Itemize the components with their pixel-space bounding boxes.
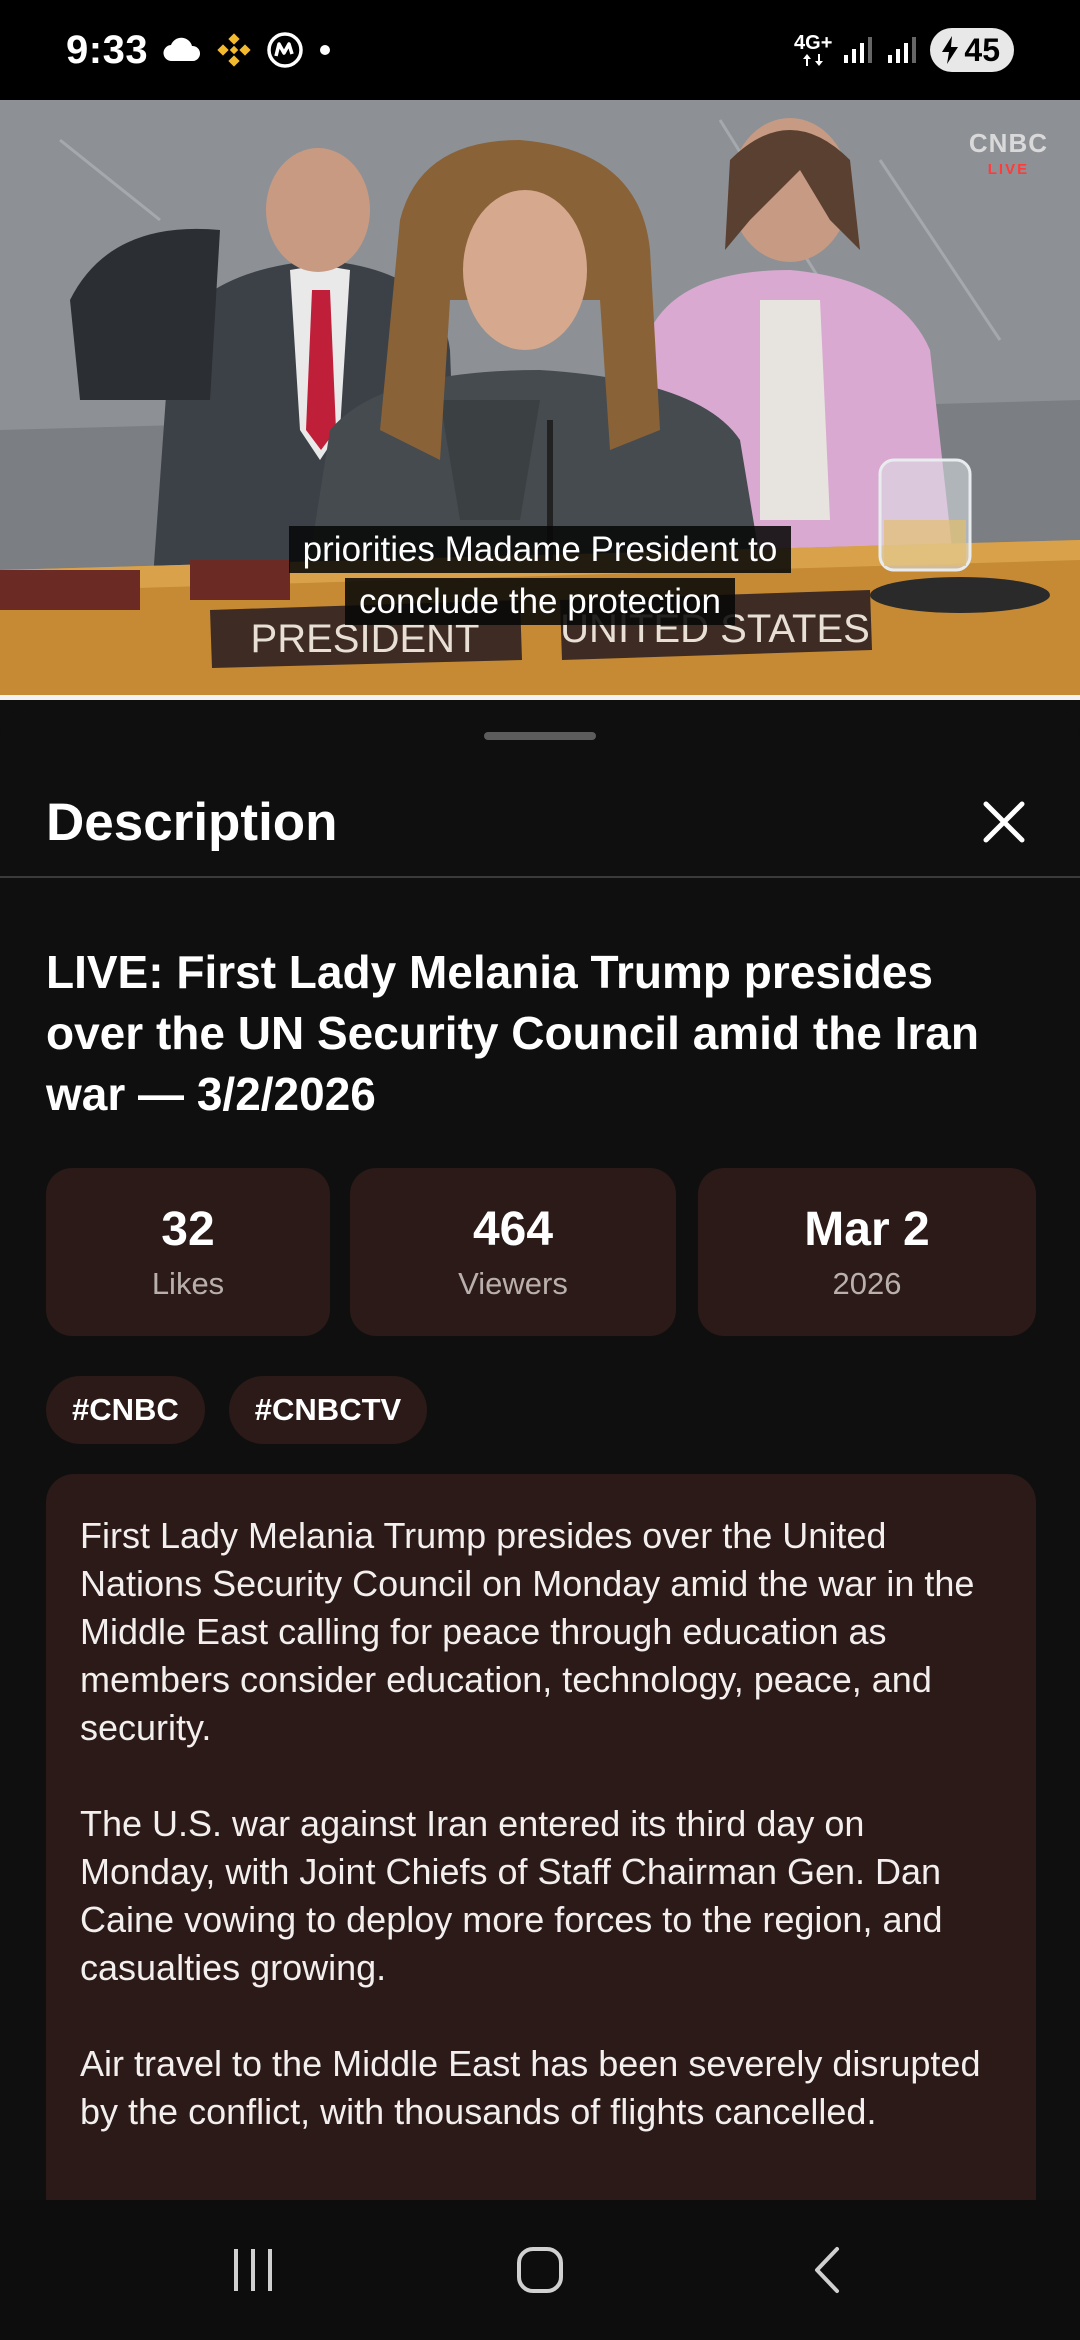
signal-icon: [886, 35, 920, 65]
stat-date: Mar 2 2026: [698, 1168, 1036, 1336]
network-label: 4G+: [794, 32, 833, 54]
back-button[interactable]: [777, 2220, 877, 2320]
network-type: 4G+: [794, 33, 832, 67]
status-time: 9:33: [66, 27, 149, 72]
hashtag-chip[interactable]: #CNBC: [46, 1376, 205, 1444]
sheet-title: Description: [46, 792, 338, 852]
video-player[interactable]: PRESIDENT UNITED STATES CNBC LIVE priori…: [0, 100, 1080, 700]
hashtag-chip[interactable]: #CNBCTV: [228, 1376, 428, 1444]
caption-text-2: conclude the protection: [345, 578, 735, 625]
coinmarketcap-icon: [266, 31, 304, 69]
cloud-icon: [162, 37, 202, 63]
navigation-bar: [0, 2200, 1080, 2340]
stat-label: Viewers: [458, 1266, 568, 1301]
screen: 9:33 4G+ 45 PRESIDENT UNITED STATES CNBC…: [0, 0, 1080, 2340]
stat-viewers: 464 Viewers: [350, 1168, 676, 1336]
description-paragraph: Air travel to the Middle East has been s…: [80, 2043, 981, 2132]
channel-logo-text: CNBC: [968, 128, 1048, 158]
live-badge: LIVE: [987, 161, 1030, 178]
sheet-header: Description: [0, 768, 1080, 878]
close-icon: [983, 801, 1025, 843]
stat-value: 464: [472, 1203, 554, 1256]
stat-value: Mar 2: [804, 1203, 930, 1256]
battery-level: 45: [964, 31, 1000, 68]
data-arrows-icon: [803, 54, 824, 66]
back-icon: [814, 2247, 839, 2293]
binance-icon: [216, 32, 252, 68]
channel-logo: CNBC LIVE: [969, 128, 1048, 178]
recent-apps-icon: [234, 2249, 273, 2291]
hashtag-row: #CNBC #CNBCTV: [46, 1376, 428, 1444]
stat-value: 32: [161, 1203, 215, 1256]
description-sheet: Description LIVE: First Lady Melania Tru…: [0, 708, 1080, 2218]
video-title: LIVE: First Lady Melania Trump presides …: [46, 946, 979, 1120]
stat-label: 2026: [832, 1266, 902, 1301]
status-left: 9:33: [66, 28, 332, 73]
caption-line-2: conclude the protection: [0, 576, 1080, 628]
description-paragraph: First Lady Melania Trump presides over t…: [80, 1515, 975, 1748]
signal-icon: [842, 35, 876, 65]
description-paragraph: The U.S. war against Iran entered its th…: [80, 1803, 943, 1988]
battery-charging-icon: [942, 36, 959, 64]
status-right: 4G+ 45: [794, 28, 1014, 72]
recent-apps-button[interactable]: [203, 2220, 303, 2320]
dot-icon: [318, 43, 332, 57]
caption-text-1: priorities Madame President to: [288, 526, 792, 573]
stat-likes: 32 Likes: [46, 1168, 330, 1336]
home-icon: [516, 2247, 563, 2293]
stat-label: Likes: [151, 1266, 225, 1301]
close-button[interactable]: [974, 792, 1034, 852]
description-card: First Lady Melania Trump presides over t…: [46, 1474, 1036, 2218]
drag-handle[interactable]: [484, 732, 596, 740]
stats-row: 32 Likes 464 Viewers Mar 2 2026: [46, 1168, 1036, 1336]
battery-indicator: 45: [930, 28, 1014, 72]
home-button[interactable]: [490, 2220, 590, 2320]
status-bar: 9:33 4G+ 45: [0, 0, 1080, 100]
caption-line-1: priorities Madame President to: [0, 524, 1080, 576]
video-progress-bar[interactable]: [0, 695, 1080, 700]
